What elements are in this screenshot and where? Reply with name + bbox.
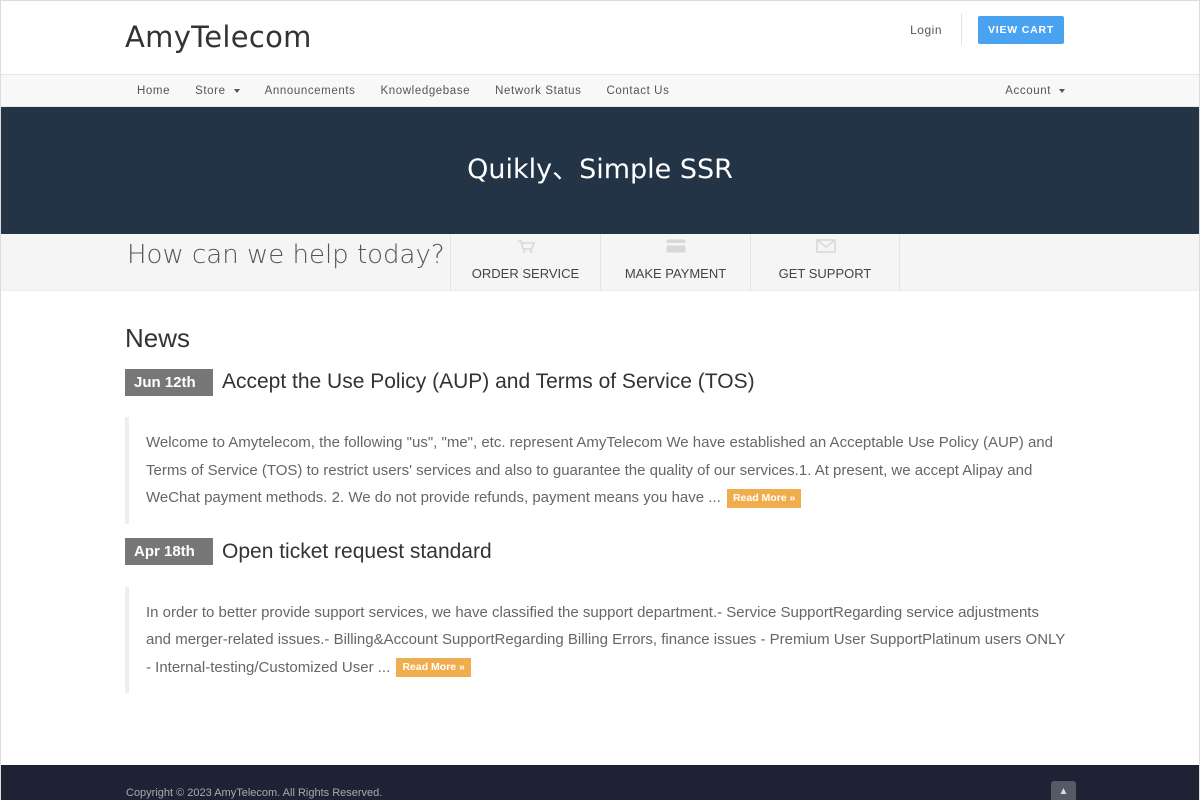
site-logo[interactable]: AmyTelecom: [125, 20, 312, 54]
news-date-badge: Jun 12th: [125, 368, 213, 396]
news-excerpt-text: In order to better provide support servi…: [146, 603, 1066, 676]
news-excerpt: Welcome to Amytelecom, the following "us…: [125, 417, 1065, 524]
nav-item-home[interactable]: Home: [137, 85, 170, 97]
news-excerpt-text: Welcome to Amytelecom, the following "us…: [146, 434, 1053, 506]
back-to-top-button[interactable]: ▲: [1051, 781, 1076, 800]
help-action-label: ORDER SERVICE: [471, 266, 580, 281]
nav-item-store[interactable]: Store: [195, 85, 240, 97]
site-footer: Copyright © 2023 AmyTelecom. All Rights …: [1, 765, 1199, 800]
news-heading: News: [125, 323, 191, 353]
news-title-link[interactable]: Accept the Use Policy (AUP) and Terms of…: [222, 370, 755, 394]
news-title-link[interactable]: Open ticket request standard: [222, 540, 492, 564]
nav-item-knowledgebase[interactable]: Knowledgebase: [381, 85, 471, 97]
header-divider: [961, 13, 962, 45]
caret-down-icon: [1059, 89, 1065, 93]
hero-banner: Quikly、Simple SSR: [1, 107, 1199, 234]
nav-item-label: Account: [1005, 85, 1051, 97]
envelope-icon: [816, 239, 836, 253]
cart-icon: [518, 240, 536, 253]
make-payment-button[interactable]: MAKE PAYMENT: [600, 234, 750, 291]
nav-item-label: Store: [195, 85, 226, 97]
nav-item-label: Contact Us: [606, 85, 670, 97]
banner-title: Quikly、Simple SSR: [467, 154, 733, 185]
credit-card-icon: [666, 239, 686, 253]
news-excerpt: In order to better provide support servi…: [125, 586, 1066, 693]
get-support-button[interactable]: GET SUPPORT: [750, 234, 900, 291]
chevron-up-icon: ▲: [1058, 786, 1069, 797]
main-nav: Home Store Announcements Knowledgebase N…: [1, 75, 1199, 107]
read-more-button[interactable]: Read More »: [396, 658, 471, 678]
site-header: AmyTelecom Login VIEW CART: [1, 1, 1199, 75]
order-service-button[interactable]: ORDER SERVICE: [450, 234, 600, 291]
read-more-button[interactable]: Read More »: [726, 488, 802, 508]
news-item: Apr 18th Open ticket request standard In…: [125, 538, 1075, 693]
help-bar: How can we help today? ORDER SERVICE MAK…: [1, 234, 1199, 291]
nav-item-announcements[interactable]: Announcements: [265, 85, 356, 97]
login-link[interactable]: Login: [910, 23, 942, 37]
nav-item-label: Home: [137, 85, 171, 97]
news-section: News Jun 12th Accept the Use Policy (AUP…: [125, 291, 1075, 693]
caret-down-icon: [233, 89, 240, 93]
nav-item-contact-us[interactable]: Contact Us: [607, 85, 670, 97]
help-title: How can we help today?: [127, 240, 445, 270]
view-cart-button[interactable]: VIEW CART: [978, 16, 1064, 44]
nav-item-label: Knowledgebase: [380, 85, 471, 97]
nav-item-account[interactable]: Account: [1005, 75, 1065, 107]
nav-item-label: Announcements: [264, 85, 356, 97]
nav-item-label: Network Status: [495, 85, 582, 97]
news-item: Jun 12th Accept the Use Policy (AUP) and…: [125, 368, 1075, 524]
nav-item-network-status[interactable]: Network Status: [495, 85, 581, 97]
help-action-label: GET SUPPORT: [778, 266, 872, 281]
help-action-label: MAKE PAYMENT: [624, 266, 727, 281]
news-date-badge: Apr 18th: [125, 538, 213, 565]
copyright-text: Copyright © 2023 AmyTelecom. All Rights …: [126, 787, 383, 799]
